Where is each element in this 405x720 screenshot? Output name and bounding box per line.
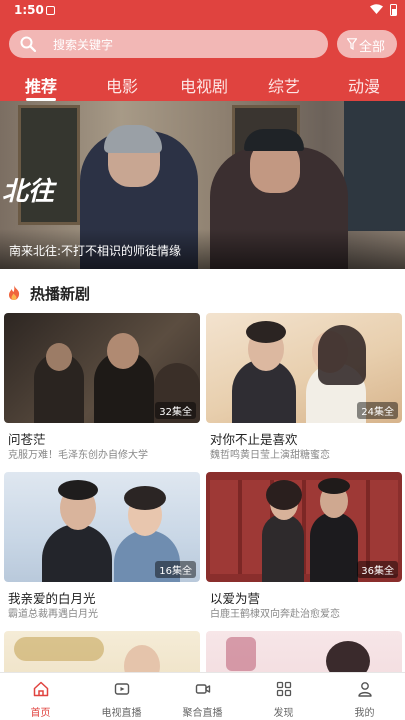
search-icon [20,36,36,52]
user-icon [358,682,372,697]
nav-label: 首页 [30,708,51,719]
grid-icon [276,681,292,697]
filter-button[interactable]: 全部 [337,30,397,58]
tab-tv-series[interactable]: 电视剧 [180,73,228,97]
home-icon [33,681,49,697]
battery-icon [390,4,397,16]
section-title: 热播新剧 [30,285,91,303]
show-poster [4,631,200,672]
wifi-icon [370,4,383,14]
tab-anime[interactable]: 动漫 [348,73,380,97]
status-bar: 1:50 [0,0,405,24]
nav-item-tv-live[interactable]: 电视直播 [81,673,162,720]
filter-icon [347,38,357,50]
episode-badge: 32集全 [155,402,196,419]
show-poster: 16集全 [4,472,200,582]
show-subtitle: 霸道总裁再遇白月光 [8,609,98,620]
nav-item-profile[interactable]: 我的 [324,673,405,720]
nav-label: 我的 [354,708,375,719]
tab-movies[interactable]: 电影 [106,73,138,97]
nav-label: 发现 [273,708,294,719]
banner-caption: 南来北往:不打不相识的师徒情缘 [9,244,182,258]
video-camera-icon [195,684,211,694]
fire-icon [9,285,20,300]
bottom-nav: 首页 电视直播 聚合直播 发现 我的 [0,672,405,720]
show-grid: 32集全 问苍茫 克服万难！毛泽东创办自修大学 24集全 对你不止是喜欢 魏哲鸣… [0,313,405,672]
show-poster [206,631,402,672]
show-poster: 32集全 [4,313,200,423]
filter-label: 全部 [359,40,386,55]
section-header: 热播新剧 [0,269,405,313]
tv-icon [114,683,130,695]
tab-variety[interactable]: 综艺 [268,73,300,97]
banner-overlay-title: 北往 [2,177,55,207]
episode-badge: 16集全 [155,561,196,578]
show-poster: 24集全 [206,313,402,423]
status-time: 1:50 [14,3,44,17]
show-subtitle: 魏哲鸣黄日莹上演甜糖蜜恋 [210,450,330,461]
nav-label: 电视直播 [101,708,142,719]
featured-banner[interactable]: 北往 南来北往:不打不相识的师徒情缘 [0,101,405,269]
episode-badge: 36集全 [357,561,398,578]
nav-item-aggregate-live[interactable]: 聚合直播 [162,673,243,720]
notification-icon [46,6,55,15]
episode-badge: 24集全 [357,402,398,419]
header: 1:50 搜索关键字 全部 推荐 电影 电视剧 综艺 动漫 [0,0,405,101]
app-root: 1:50 搜索关键字 全部 推荐 电影 电视剧 综艺 动漫 北往 南来北往:不打… [0,0,405,720]
category-tabs: 推荐 电影 电视剧 综艺 动漫 [0,68,405,101]
tab-recommend[interactable]: 推荐 [25,73,57,97]
nav-label: 聚合直播 [182,708,223,719]
search-input[interactable]: 搜索关键字 [9,30,328,58]
show-poster: 36集全 [206,472,402,582]
show-subtitle: 白鹿王鹤棣双向奔赴治愈爱恋 [210,609,340,620]
nav-item-home[interactable]: 首页 [0,673,81,720]
show-subtitle: 克服万难！毛泽东创办自修大学 [8,450,148,461]
search-placeholder: 搜索关键字 [53,38,114,52]
nav-item-discover[interactable]: 发现 [243,673,324,720]
